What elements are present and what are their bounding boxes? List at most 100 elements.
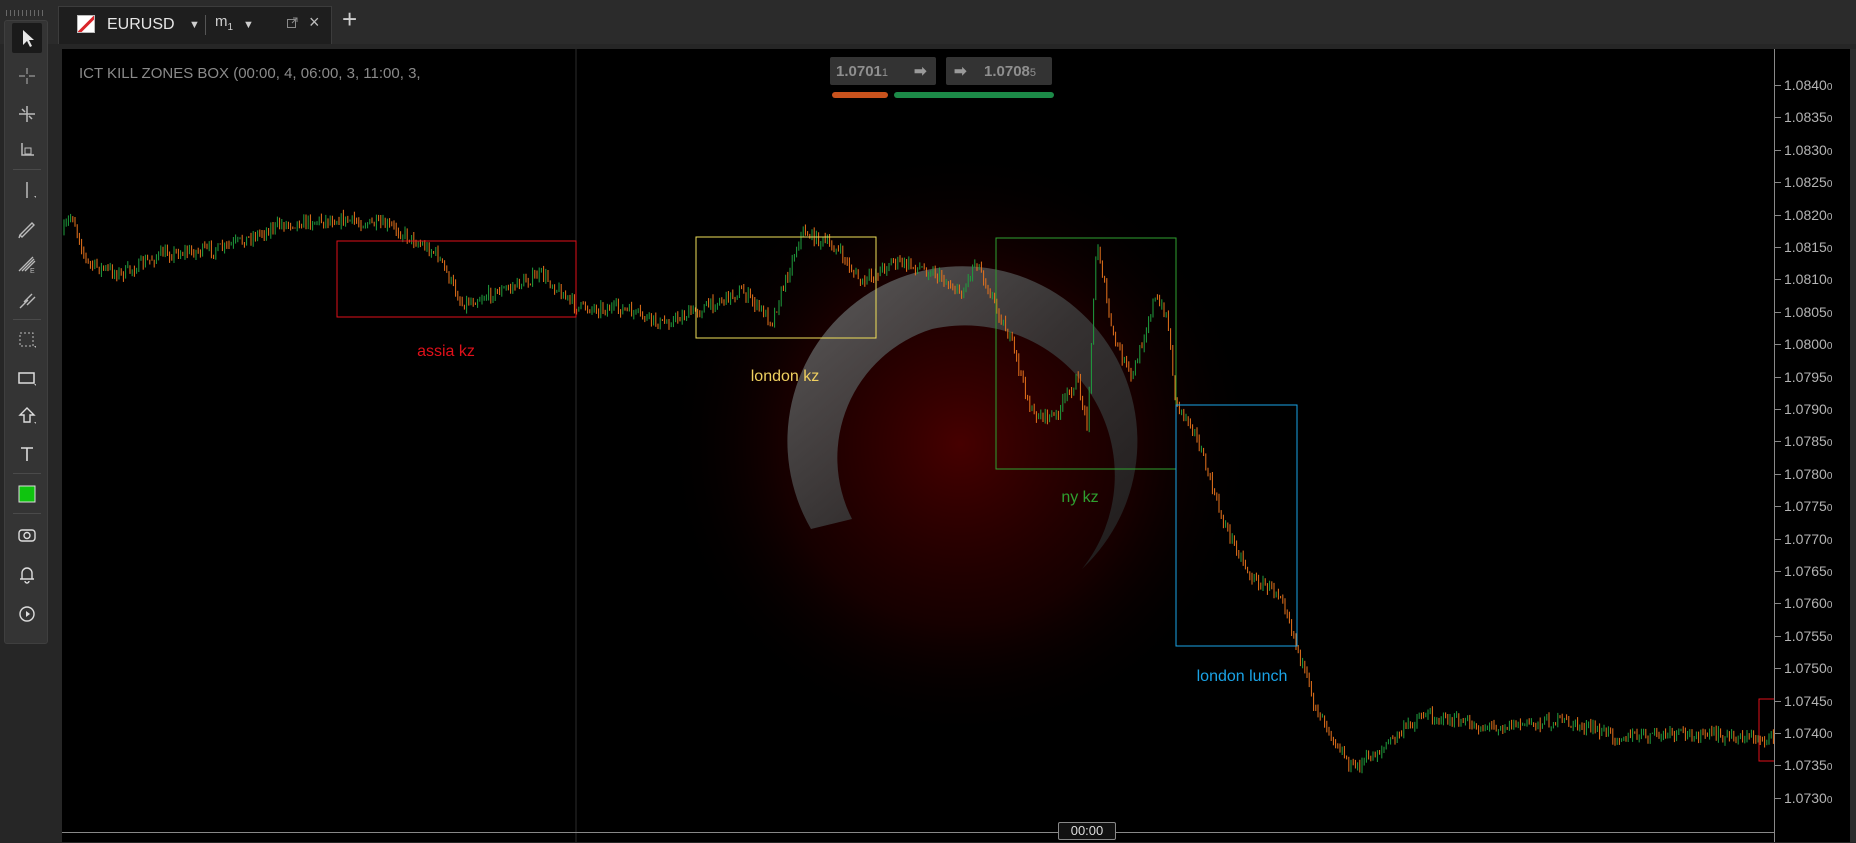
symbol-dropdown-icon[interactable]: ▼ <box>189 19 200 31</box>
price-tick <box>1775 214 1781 216</box>
price-tick <box>1775 797 1781 799</box>
toolbar-divider <box>13 319 41 320</box>
price-tick <box>1775 117 1781 119</box>
price-label: 1.08250 <box>1784 174 1833 191</box>
price-tick <box>1775 85 1781 86</box>
price-tick <box>1775 279 1781 281</box>
cursor-icon[interactable] <box>12 23 42 53</box>
replay-icon[interactable] <box>12 599 42 629</box>
buy-quote-button[interactable]: ➡ 1.07085 <box>946 57 1052 85</box>
symbol-name[interactable]: EURUSD <box>107 16 175 34</box>
color-swatch-icon[interactable] <box>12 479 42 509</box>
price-tick <box>1775 571 1781 572</box>
price-tick <box>1775 473 1781 475</box>
price-label: 1.08100 <box>1784 271 1833 288</box>
pitchfork-icon[interactable] <box>12 285 42 315</box>
price-label: 1.07350 <box>1784 757 1833 774</box>
fibonacci-icon[interactable]: E <box>12 249 42 279</box>
price-tick <box>1775 247 1781 248</box>
pattern-icon[interactable] <box>12 325 42 355</box>
price-label: 1.07600 <box>1784 595 1833 612</box>
ask-price-pip: 5 <box>1029 67 1037 79</box>
price-label: 1.07550 <box>1784 627 1833 644</box>
crosshair-icon[interactable] <box>12 61 42 91</box>
chart-canvas[interactable]: assia kz london kz ny kz london lunch <box>62 49 1774 842</box>
rectangle-icon[interactable] <box>12 363 42 393</box>
price-label: 1.07300 <box>1784 789 1833 806</box>
detach-icon[interactable] <box>287 17 298 28</box>
sell-arrow-icon: ➡ <box>914 63 927 80</box>
zone-label-ny: ny kz <box>1061 489 1098 506</box>
price-label: 1.08400 <box>1784 77 1833 93</box>
price-tick <box>1775 603 1781 605</box>
price-label: 1.08350 <box>1784 109 1833 126</box>
camera-icon[interactable] <box>12 519 42 549</box>
bid-price-pip: 1 <box>881 67 889 79</box>
price-label: 1.08300 <box>1784 141 1833 158</box>
timeframe-label: m <box>215 13 228 30</box>
time-axis[interactable] <box>62 832 1774 843</box>
chart-tab-eurusd[interactable]: EURUSD ▼ m1 ▼ × <box>58 6 332 44</box>
price-label: 1.07650 <box>1784 563 1833 579</box>
price-label: 1.08150 <box>1784 239 1833 255</box>
bid-price-main: 1.0701 <box>836 63 882 80</box>
close-tab-icon[interactable]: × <box>309 12 320 33</box>
price-label: 1.07850 <box>1784 433 1833 450</box>
crosshair-time-label: 00:00 <box>1058 822 1116 840</box>
toolbar-divider <box>13 169 41 170</box>
svg-text:E: E <box>30 268 35 275</box>
zoom-icon[interactable] <box>12 99 42 129</box>
toolbar-grip[interactable] <box>6 10 46 16</box>
panel-edge <box>1850 49 1856 842</box>
arrow-shape-icon[interactable] <box>12 401 42 431</box>
ask-price-main: 1.0708 <box>984 63 1030 80</box>
sentiment-buy-bar <box>894 92 1054 98</box>
price-label: 1.07750 <box>1784 498 1833 515</box>
drawing-toolbar: E <box>4 20 48 644</box>
zone-label-assia: assia kz <box>417 343 475 360</box>
timeframe-value: 1 <box>227 22 234 33</box>
price-tick <box>1775 376 1781 378</box>
price-label: 1.07450 <box>1784 692 1833 709</box>
bid-price: 1.07011 <box>836 63 888 80</box>
price-tick <box>1775 668 1781 670</box>
price-label: 1.07500 <box>1784 660 1833 677</box>
symbol-flag-icon <box>77 15 95 33</box>
price-label: 1.07900 <box>1784 401 1833 417</box>
ask-price: 1.07085 <box>984 63 1036 80</box>
price-tick <box>1775 700 1781 702</box>
timeframe-dropdown-icon[interactable]: ▼ <box>243 19 254 31</box>
add-tab-icon[interactable]: + <box>342 6 357 32</box>
current-kz-box <box>1758 698 1774 762</box>
price-tick <box>1775 733 1781 734</box>
price-tick <box>1775 506 1781 508</box>
chart-area[interactable]: assia kz london kz ny kz london lunch IC… <box>62 49 1774 842</box>
zone-label-london: london kz <box>751 368 820 385</box>
price-tick <box>1775 441 1781 443</box>
tab-bar: EURUSD ▼ m1 ▼ × + <box>0 0 1856 44</box>
price-label: 1.07700 <box>1784 530 1833 547</box>
price-label: 1.07950 <box>1784 368 1833 385</box>
toolbar-divider <box>13 473 41 474</box>
price-tick <box>1775 538 1781 540</box>
assia-kz-box <box>336 240 577 318</box>
sell-quote-button[interactable]: 1.07011 ➡ <box>830 57 936 85</box>
pencil-icon[interactable] <box>12 213 42 243</box>
price-axis[interactable]: 1.08400 1.08350 1.08300 1.08250 1.08200 1.081… <box>1774 49 1850 842</box>
price-tick <box>1775 149 1781 151</box>
price-tick <box>1775 311 1781 313</box>
indicator-label[interactable]: ICT KILL ZONES BOX (00:00, 4, 06:00, 3, … <box>79 65 421 82</box>
watermark-logo <box>660 144 1260 744</box>
timeframe-selector[interactable]: m1 <box>215 13 233 33</box>
alert-bell-icon[interactable] <box>12 559 42 589</box>
price-tick <box>1775 409 1781 410</box>
price-tick <box>1775 182 1781 184</box>
line-icon[interactable] <box>12 175 42 205</box>
tab-separator <box>205 15 206 35</box>
text-icon[interactable] <box>12 439 42 469</box>
price-label: 1.08000 <box>1784 336 1833 353</box>
zone-label-london-lunch: london lunch <box>1197 668 1288 685</box>
price-label: 1.07800 <box>1784 465 1833 482</box>
buy-arrow-icon: ➡ <box>954 63 967 80</box>
measure-icon[interactable] <box>12 135 42 165</box>
